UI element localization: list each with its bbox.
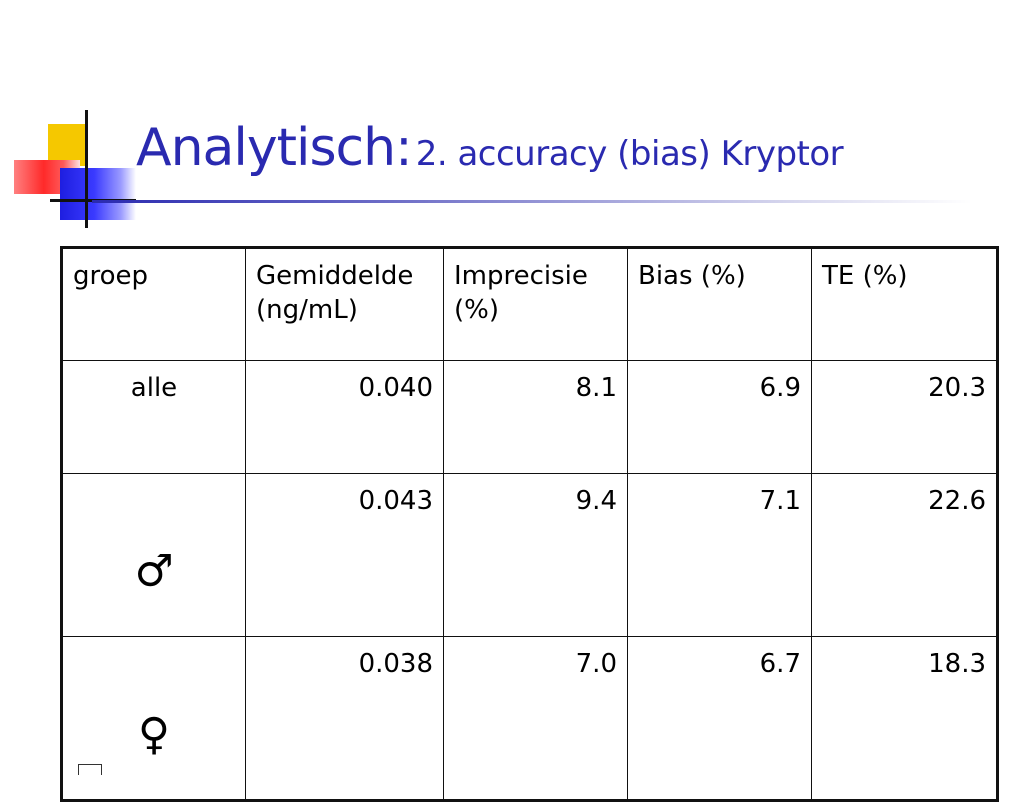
male-symbol-icon: ♂: [134, 546, 174, 597]
header-groep: groep: [61, 247, 246, 361]
cell-imprecisie: 7.0: [443, 636, 628, 801]
header-te: TE (%): [811, 247, 998, 361]
cell-gemiddelde: 0.040: [245, 360, 444, 474]
cell-imprecisie: 8.1: [443, 360, 628, 474]
bullet-square-icon: [78, 764, 102, 775]
cell-gemiddelde: 0.038: [245, 636, 444, 801]
female-symbol-icon: ♀: [137, 709, 171, 760]
logo-blue-square: [60, 168, 136, 220]
header-gemiddelde: Gemiddelde (ng/mL): [245, 247, 444, 361]
logo-vertical-line: [85, 110, 88, 228]
cell-bias: 6.9: [627, 360, 812, 474]
slide-title: Analytisch: 2. accuracy (bias) Kryptor: [136, 118, 844, 178]
cell-bias: 7.1: [627, 473, 812, 637]
cell-imprecisie: 9.4: [443, 473, 628, 637]
table-row: alle 0.040 8.1 6.9 20.3: [61, 360, 998, 474]
table-row: ♀ 0.038 7.0 6.7 18.3: [61, 636, 998, 801]
cell-te: 20.3: [811, 360, 998, 474]
table-header-row: groep Gemiddelde (ng/mL) Imprecisie (%) …: [61, 247, 998, 361]
group-cell-female: ♀: [61, 636, 246, 801]
table-row: ♂ 0.043 9.4 7.1 22.6: [61, 473, 998, 637]
title-main: Analytisch:: [136, 118, 413, 178]
cell-bias: 6.7: [627, 636, 812, 801]
group-cell-male: ♂: [61, 473, 246, 637]
cell-gemiddelde: 0.043: [245, 473, 444, 637]
title-underline: [92, 200, 972, 203]
group-cell-alle: alle: [61, 360, 246, 474]
header-imprecisie: Imprecisie (%): [443, 247, 628, 361]
results-table: groep Gemiddelde (ng/mL) Imprecisie (%) …: [60, 246, 999, 802]
header-bias: Bias (%): [627, 247, 812, 361]
cell-te: 22.6: [811, 473, 998, 637]
slide-logo: [0, 0, 140, 240]
title-subtitle: 2. accuracy (bias) Kryptor: [415, 134, 844, 174]
cell-te: 18.3: [811, 636, 998, 801]
